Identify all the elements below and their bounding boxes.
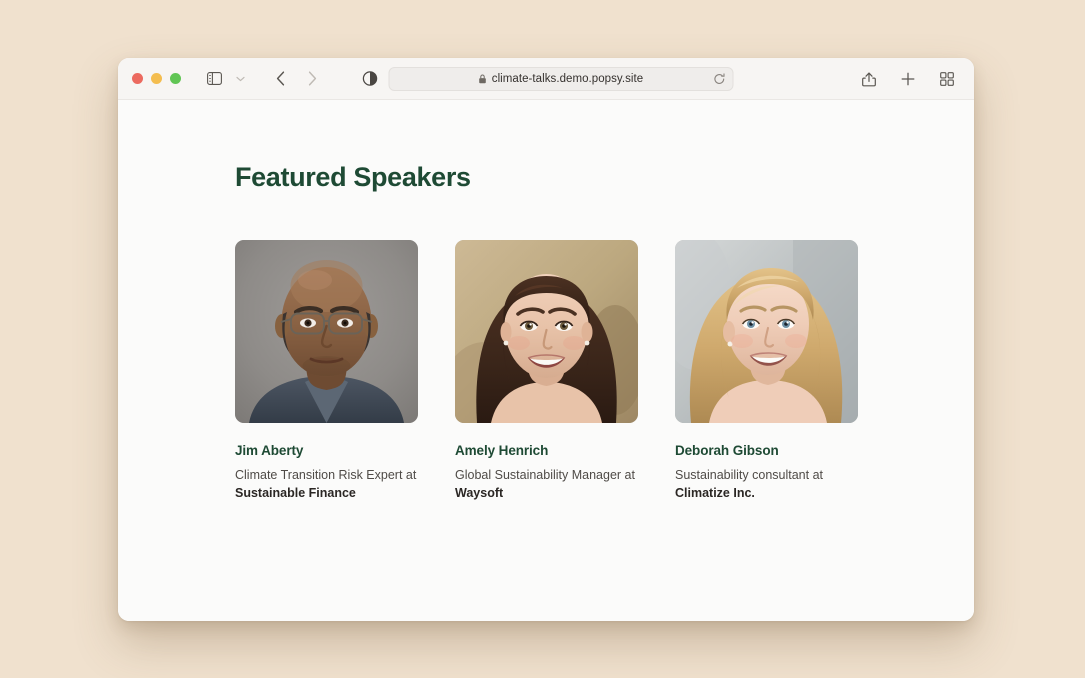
speaker-organization: Waysoft (455, 486, 504, 501)
plus-icon[interactable] (895, 67, 921, 91)
speaker-name: Jim Aberty (235, 443, 304, 458)
window-controls (132, 73, 181, 84)
navigation-controls (267, 67, 325, 91)
speaker-organization: Climatize Inc. (675, 486, 755, 501)
speakers-grid: Jim Aberty Climate Transition Risk Exper… (235, 240, 974, 502)
speaker-photo (455, 240, 638, 423)
maximize-window-button[interactable] (170, 73, 181, 84)
url-text: climate-talks.demo.popsy.site (491, 72, 644, 85)
back-arrow-icon[interactable] (267, 67, 293, 91)
web-page-content: Featured Speakers Jim Aberty Climate Tra… (118, 100, 974, 621)
browser-window: climate-talks.demo.popsy.site Featured S… (118, 58, 974, 621)
speaker-role: Global Sustainability Manager at (455, 468, 635, 482)
close-window-button[interactable] (132, 73, 143, 84)
chevron-down-icon[interactable] (227, 67, 253, 91)
speaker-photo (675, 240, 858, 423)
speaker-name: Amely Henrich (455, 443, 549, 458)
url-content: climate-talks.demo.popsy.site (479, 73, 643, 85)
forward-arrow-icon[interactable] (299, 67, 325, 91)
share-icon[interactable] (856, 67, 882, 91)
speaker-organization: Sustainable Finance (235, 486, 356, 501)
url-input[interactable]: climate-talks.demo.popsy.site (388, 66, 734, 91)
speaker-role: Sustainability consultant at (675, 468, 824, 482)
lock-icon (479, 74, 487, 84)
tab-grid-icon[interactable] (934, 67, 960, 91)
speaker-role: Climate Transition Risk Expert at (235, 468, 417, 482)
speaker-name: Deborah Gibson (675, 443, 779, 458)
sidebar-controls (201, 67, 253, 91)
speaker-card[interactable]: Deborah Gibson Sustainability consultant… (675, 240, 858, 502)
address-bar-region: climate-talks.demo.popsy.site (359, 66, 734, 91)
speaker-card[interactable]: Amely Henrich Global Sustainability Mana… (455, 240, 638, 502)
page-title: Featured Speakers (235, 162, 471, 192)
reload-icon[interactable] (714, 72, 726, 85)
browser-toolbar: climate-talks.demo.popsy.site (118, 58, 974, 100)
speaker-photo (235, 240, 418, 423)
sidebar-toggle-icon[interactable] (201, 67, 227, 91)
speaker-card[interactable]: Jim Aberty Climate Transition Risk Exper… (235, 240, 418, 502)
minimize-window-button[interactable] (151, 73, 162, 84)
contrast-icon[interactable] (359, 68, 381, 90)
toolbar-right-actions (856, 67, 960, 91)
